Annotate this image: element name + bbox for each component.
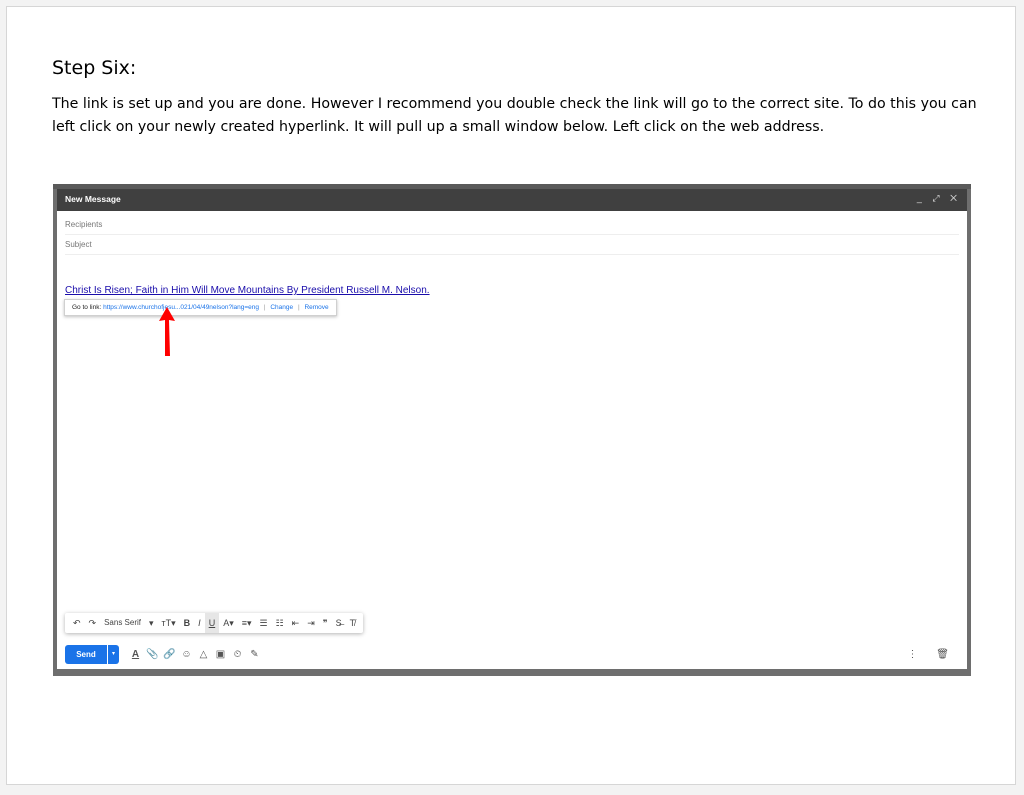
signature-icon[interactable]: ✎ xyxy=(246,649,263,660)
hyperlink[interactable]: Christ Is Risen; Faith in Him Will Move … xyxy=(65,285,430,296)
font-caret-icon[interactable]: ▾ xyxy=(145,613,158,633)
quote-icon[interactable]: ❞ xyxy=(319,613,332,633)
discard-icon[interactable]: 🗑 xyxy=(936,649,957,660)
confidential-mode-icon[interactable]: ⏲ xyxy=(229,649,246,660)
compose-window: New Message _ ⤢ ✕ Recipients Subject Chr… xyxy=(57,189,967,669)
indent-more-icon[interactable]: ⇥ xyxy=(303,613,319,633)
align-icon[interactable]: ≡▾ xyxy=(238,613,256,633)
arrow-shape xyxy=(159,307,175,356)
more-options-icon[interactable]: ⋮ xyxy=(908,649,926,660)
compose-title: New Message xyxy=(65,194,121,204)
bold-icon[interactable]: B xyxy=(180,613,195,633)
window-controls[interactable]: _ ⤢ ✕ xyxy=(917,193,961,204)
strikethrough-icon[interactable]: S̶ xyxy=(332,613,346,633)
bulleted-list-icon[interactable]: ☷ xyxy=(272,613,288,633)
undo-icon[interactable]: ↶ xyxy=(69,613,85,633)
instructions-text: The link is set up and you are done. How… xyxy=(52,96,977,135)
bottom-icons: A 📎 🔗 ☺ △ ▣ ⏲ ✎ xyxy=(127,645,263,664)
gmail-screenshot: New Message _ ⤢ ✕ Recipients Subject Chr… xyxy=(53,184,971,676)
red-arrow-annotation xyxy=(159,307,175,356)
emoji-icon[interactable]: ☺ xyxy=(178,649,195,660)
redo-icon[interactable]: ↷ xyxy=(85,613,101,633)
step-heading: Step Six: xyxy=(52,57,137,79)
link-url[interactable]: https://www.churchofjesu...021/04/49nels… xyxy=(103,304,259,311)
underline-icon[interactable]: U xyxy=(204,613,220,633)
insert-link-icon[interactable]: 🔗 xyxy=(161,649,178,660)
clear-formatting-icon[interactable]: T̸ xyxy=(346,613,360,633)
compose-bottom-bar: Send ▾ A 📎 🔗 ☺ △ ▣ ⏲ ✎ ⋮ 🗑 xyxy=(57,639,967,669)
recipients-placeholder: Recipients xyxy=(65,220,103,229)
photo-icon[interactable]: ▣ xyxy=(212,649,229,660)
bottom-right-controls: ⋮ 🗑 xyxy=(908,645,957,664)
recipients-field[interactable]: Recipients xyxy=(65,214,959,235)
go-to-link-label: Go to link: xyxy=(72,304,102,311)
subject-field[interactable]: Subject xyxy=(65,234,959,255)
drive-icon[interactable]: △ xyxy=(195,649,212,660)
numbered-list-icon[interactable]: ☰ xyxy=(256,613,272,633)
link-popup: Go to link: https://www.churchofjesu...0… xyxy=(64,299,337,316)
formatting-options-icon[interactable]: A xyxy=(127,649,144,660)
text-color-icon[interactable]: A▾ xyxy=(219,613,238,633)
change-link-button[interactable]: Change xyxy=(270,304,293,311)
popup-separator: | xyxy=(297,304,300,311)
popup-separator: | xyxy=(263,304,266,311)
send-options-icon[interactable]: ▾ xyxy=(108,645,119,664)
text-size-icon[interactable]: ᴛT▾ xyxy=(158,613,180,633)
send-button[interactable]: Send xyxy=(65,645,107,664)
font-select[interactable]: Sans Serif xyxy=(100,613,145,633)
formatting-toolbar: ↶ ↷ Sans Serif ▾ ᴛT▾ B I U A▾ ≡▾ ☰ ☷ ⇤ ⇥… xyxy=(65,613,364,633)
italic-icon[interactable]: I xyxy=(194,613,205,633)
document-page: Step Six: The link is set up and you are… xyxy=(6,6,1016,785)
indent-less-icon[interactable]: ⇤ xyxy=(288,613,304,633)
compose-header: New Message _ ⤢ ✕ xyxy=(57,189,967,211)
remove-link-button[interactable]: Remove xyxy=(304,304,328,311)
attach-icon[interactable]: 📎 xyxy=(144,649,161,660)
subject-placeholder: Subject xyxy=(65,240,92,249)
